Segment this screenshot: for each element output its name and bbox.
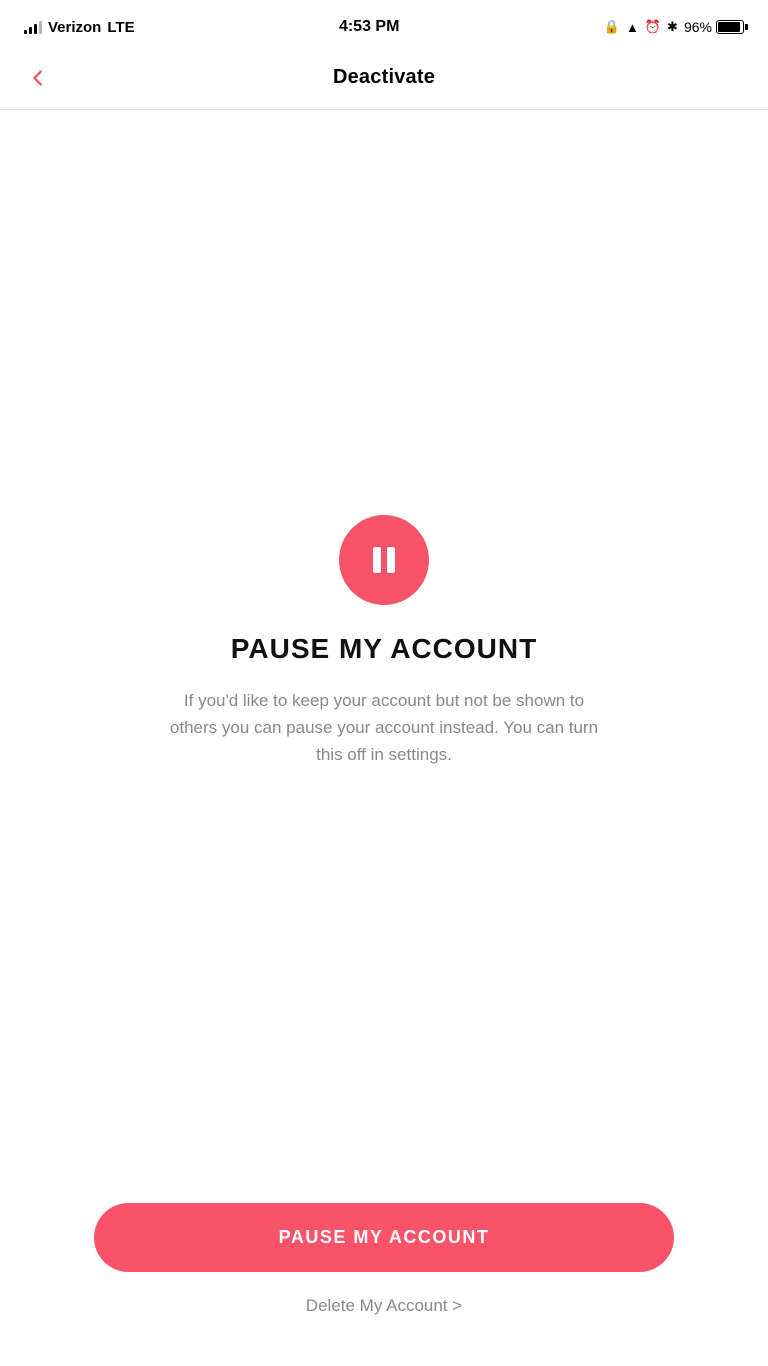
battery-icon [716, 20, 744, 34]
pause-description: If you'd like to keep your account but n… [164, 687, 604, 769]
battery-percent-label: 96% [684, 19, 712, 35]
network-label: LTE [107, 19, 134, 36]
back-button[interactable] [20, 60, 56, 96]
location-icon: ▲ [626, 20, 639, 35]
carrier-label: Verizon [48, 19, 101, 36]
bottom-section: PAUSE MY ACCOUNT Delete My Account > [0, 1173, 768, 1366]
page-title: Deactivate [333, 66, 435, 89]
delete-account-link[interactable]: Delete My Account > [306, 1296, 462, 1316]
pause-icon-circle [339, 515, 429, 605]
lock-icon: 🔒 [604, 19, 620, 35]
status-time: 4:53 PM [339, 18, 399, 36]
alarm-icon: ⏰ [645, 19, 661, 35]
main-content: PAUSE MY ACCOUNT If you'd like to keep y… [0, 110, 768, 1173]
back-chevron-icon [24, 64, 52, 92]
battery-container: 96% [684, 19, 744, 35]
signal-bars-icon [24, 20, 42, 34]
status-right: 🔒 ▲ ⏰ ✱ 96% [604, 19, 744, 35]
status-left: Verizon LTE [24, 19, 135, 36]
pause-heading: PAUSE MY ACCOUNT [231, 633, 537, 665]
nav-bar: Deactivate [0, 50, 768, 110]
battery-fill [718, 22, 740, 32]
pause-my-account-button[interactable]: PAUSE MY ACCOUNT [94, 1203, 674, 1272]
status-bar: Verizon LTE 4:53 PM 🔒 ▲ ⏰ ✱ 96% [0, 0, 768, 50]
bluetooth-icon: ✱ [667, 19, 678, 35]
pause-icon [364, 540, 404, 580]
